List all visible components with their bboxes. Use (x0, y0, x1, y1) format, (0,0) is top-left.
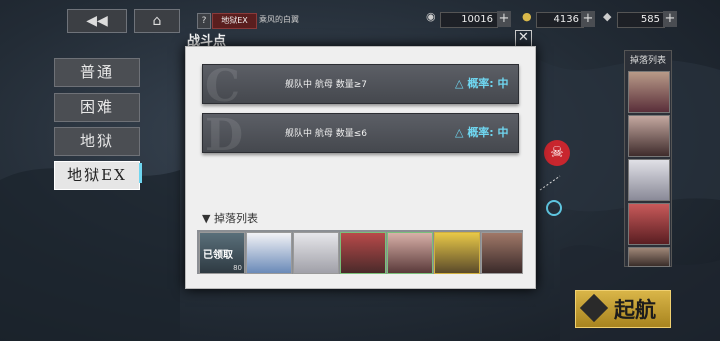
gem-count: 585 (617, 12, 665, 28)
home-button[interactable]: ⌂ (134, 9, 180, 33)
difficulty-hard-button[interactable]: 困难 (54, 93, 140, 122)
triangle-icon: △ (455, 126, 464, 139)
selected-indicator (139, 163, 142, 183)
drop-count: 80 (233, 264, 242, 272)
condition-card-d: D 舰队中 航母 数量≤6 △ 概率: 中 (202, 110, 519, 161)
difficulty-normal-button[interactable]: 普通 (54, 58, 140, 87)
gold-count: 4136 (536, 12, 584, 28)
enemy-marker-icon[interactable]: ☠ (544, 140, 570, 166)
sortie-button[interactable]: 起航 (575, 290, 671, 328)
drop-portrait[interactable] (628, 71, 670, 113)
triangle-icon: △ (455, 77, 464, 90)
oil-icon: ◉ (426, 10, 436, 23)
drop-portrait[interactable] (293, 232, 339, 274)
difficulty-hell-button[interactable]: 地狱 (54, 127, 140, 156)
stage-name: 乘风的白翼 (259, 15, 299, 24)
probability-label: △ 概率: 中 (455, 77, 509, 90)
drops-strip: 已领取 80 (197, 230, 523, 274)
help-button[interactable]: ? (197, 13, 211, 29)
caret-down-icon: ▼ (202, 212, 211, 225)
gem-icon: ◆ (603, 10, 612, 23)
drop-item-claimed[interactable]: 已领取 80 (199, 232, 245, 274)
add-gold-button[interactable]: + (581, 11, 595, 27)
back-arrow-icon: ◀◀ (86, 13, 108, 29)
difficulty-hell-ex-button[interactable]: 地狱EX (54, 161, 140, 190)
drop-portrait[interactable] (387, 232, 433, 274)
condition-letter: C (205, 61, 241, 112)
drops-header: ▼ 掉落列表 (202, 212, 258, 225)
battle-point-dialog: C 舰队中 航母 数量≥7 △ 概率: 中 D 舰队中 航母 数量≤6 △ 概率… (185, 46, 536, 289)
drop-portrait[interactable] (481, 232, 523, 274)
probability-label: △ 概率: 中 (455, 126, 509, 139)
close-button[interactable]: ✕ (515, 30, 532, 47)
condition-card-c: C 舰队中 航母 数量≥7 △ 概率: 中 (202, 61, 519, 112)
oil-count: 10016 (440, 12, 498, 28)
drop-portrait[interactable] (628, 115, 670, 157)
back-button[interactable]: ◀◀ (67, 9, 127, 33)
sortie-icon (579, 293, 609, 323)
drop-portrait[interactable] (340, 232, 386, 274)
drop-portrait[interactable] (246, 232, 292, 274)
claimed-badge: 已领取 (203, 250, 233, 261)
condition-text: 舰队中 航母 数量≥7 (285, 80, 367, 90)
condition-letter: D (205, 110, 244, 161)
drop-portrait[interactable] (628, 203, 670, 245)
mode-tag: 地狱EX (212, 13, 257, 29)
close-icon: ✕ (518, 30, 529, 45)
add-gem-button[interactable]: + (663, 11, 677, 27)
right-drop-panel: 掉落列表 (624, 50, 672, 267)
home-icon: ⌂ (152, 13, 162, 29)
fleet-marker-icon[interactable] (546, 200, 562, 216)
add-oil-button[interactable]: + (497, 11, 511, 27)
drop-portrait[interactable] (628, 159, 670, 201)
sortie-label: 起航 (614, 297, 656, 322)
drop-portrait[interactable] (628, 247, 670, 267)
drop-portrait[interactable] (434, 232, 480, 274)
gold-icon: ● (522, 10, 532, 23)
right-drop-title: 掉落列表 (629, 56, 666, 66)
condition-text: 舰队中 航母 数量≤6 (285, 129, 367, 139)
